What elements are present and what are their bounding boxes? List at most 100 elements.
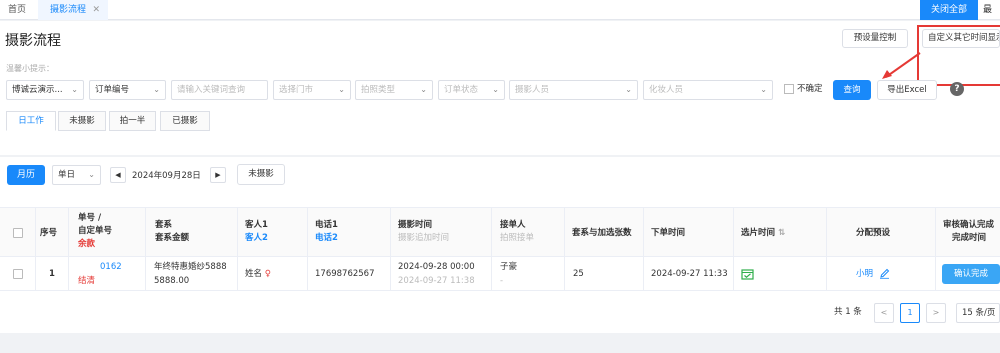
next-day-button[interactable]: ▶ (210, 167, 226, 183)
calendar-check-icon[interactable] (741, 268, 754, 280)
current-date: 2024年09月28日 (132, 171, 201, 181)
row-order-time: 2024-09-27 11:33 (651, 269, 728, 279)
header-seq: 序号 (40, 228, 58, 238)
edit-icon[interactable] (879, 268, 890, 279)
row-amount: 5888.00 (154, 276, 190, 286)
header-phone1: 电话1 (315, 220, 338, 230)
column-divider (491, 207, 492, 291)
chevron-down-icon: ⌄ (71, 85, 78, 94)
sort-icon[interactable]: ⇅ (778, 228, 785, 238)
header-done-time: 完成时间 (952, 233, 987, 243)
header-retake-time: 摄影追加时间 (398, 233, 450, 243)
header-order-no: 单号 / (78, 213, 102, 223)
header-shoot-time: 摄影时间 (398, 220, 433, 230)
column-divider (390, 207, 391, 291)
row-assign-link[interactable]: 小明 (856, 268, 873, 280)
row-checkbox[interactable] (13, 269, 23, 279)
highlight-box (917, 25, 1000, 86)
mode-select[interactable]: 单日 ⌄ (52, 165, 101, 185)
chevron-down-icon: ⌄ (492, 85, 499, 94)
header-order-time: 下单时间 (651, 228, 686, 238)
query-button[interactable]: 查询 (833, 80, 871, 100)
column-divider (307, 207, 308, 291)
month-calendar-button[interactable]: 月历 (7, 165, 45, 185)
header-balance: 余款 (78, 239, 96, 249)
chevron-down-icon: ⌄ (420, 85, 427, 94)
pager-next-button[interactable]: > (926, 303, 946, 323)
makeup-artist-select[interactable]: 化妆人员 ⌄ (643, 80, 773, 100)
makeup-artist-placeholder: 化妆人员 (649, 85, 684, 95)
row-order-no-link[interactable]: 0162 (100, 261, 122, 273)
header-review-done: 审核确认完成 (943, 220, 995, 230)
pager-page-1[interactable]: 1 (900, 303, 920, 323)
confirm-complete-button[interactable]: 确认完成 (942, 264, 1000, 284)
page-title: 摄影流程 (5, 33, 61, 49)
store-select-value: 博诚云演示... (12, 85, 63, 95)
header-assign: 分配预设 (856, 228, 891, 238)
column-divider (733, 207, 734, 291)
chevron-down-icon: ⌄ (760, 85, 767, 94)
column-divider (35, 207, 36, 291)
column-divider (237, 207, 238, 291)
help-icon[interactable]: ? (950, 82, 964, 96)
store-filter-select[interactable]: 选择门市 ⌄ (273, 80, 351, 100)
uncertain-label: 不确定 (797, 84, 823, 94)
select-all-checkbox[interactable] (13, 228, 23, 238)
photographer-select[interactable]: 摄影人员 ⌄ (509, 80, 638, 100)
filter-panel: 摄影流程 预设量控制 自定义其它时间显示 温馨小提示： 博诚云演示... ⌄ 订单… (0, 21, 1000, 155)
header-package: 套系 (155, 220, 173, 230)
header-guest1: 客人1 (245, 220, 268, 230)
annotation-arrow-icon (882, 52, 921, 79)
shoot-type-placeholder: 拍照类型 (361, 85, 396, 95)
shoot-type-select[interactable]: 拍照类型 ⌄ (355, 80, 433, 100)
row-package: 年终特惠婚纱5888 (154, 262, 227, 272)
close-icon[interactable]: ✕ (92, 0, 100, 20)
page-size-select[interactable]: 15 条/页 (956, 303, 1000, 323)
row-receiver: 子豪 (500, 262, 518, 272)
uncertain-checkbox[interactable] (784, 84, 794, 94)
keyword-input[interactable]: 请输入关键词查询 (171, 80, 268, 100)
row-receiver2: - (500, 276, 504, 286)
female-icon: ♀ (264, 269, 271, 279)
row-status: 结清 (78, 276, 96, 286)
prev-day-button[interactable]: ◀ (110, 167, 126, 183)
subtab-half-shot[interactable]: 拍一半 (109, 111, 156, 131)
preset-control-button[interactable]: 预设量控制 (842, 29, 908, 48)
tab-home[interactable]: 首页 (8, 0, 26, 20)
mode-select-value: 单日 (58, 170, 76, 180)
header-select-time-label: 选片时间 (741, 228, 776, 238)
tip-text: 温馨小提示： (6, 64, 54, 73)
header-shoot-handler: 拍照接单 (500, 233, 535, 243)
row-guest: 姓名 ♀ (245, 268, 271, 280)
chevron-down-icon: ⌄ (153, 85, 160, 94)
table-row[interactable]: 1 0162 结清 年终特惠婚纱5888 5888.00 姓名 ♀ 176987… (0, 258, 1000, 291)
not-shot-button[interactable]: 未摄影 (237, 164, 285, 185)
row-guest-name: 姓名 (245, 269, 263, 279)
chevron-down-icon: ⌄ (338, 85, 345, 94)
close-all-button[interactable]: 关闭全部 (920, 0, 978, 20)
column-divider (643, 207, 644, 291)
store-select[interactable]: 博诚云演示... ⌄ (6, 80, 84, 100)
pager-prev-button[interactable]: < (874, 303, 894, 323)
photographer-placeholder: 摄影人员 (515, 85, 550, 95)
order-status-select[interactable]: 订单状态 ⌄ (438, 80, 505, 100)
tab-photo-flow[interactable]: 摄影流程 ✕ (38, 0, 108, 20)
subtab-not-shot[interactable]: 未摄影 (58, 111, 106, 131)
row-seq: 1 (49, 269, 55, 279)
header-select-time: 选片时间 ⇅ (741, 227, 785, 239)
tab-bar: 首页 摄影流程 ✕ 关闭全部 最 (0, 0, 1000, 20)
store-filter-placeholder: 选择门市 (279, 85, 314, 95)
header-package-amount: 套系金额 (155, 233, 190, 243)
row-shoot-time: 2024-09-28 00:00 (398, 262, 475, 272)
subtab-daily-work[interactable]: 日工作 (6, 111, 56, 131)
header-phone2: 电话2 (315, 233, 338, 243)
header-custom-no: 自定单号 (78, 226, 113, 236)
more-button[interactable]: 最 (983, 0, 992, 20)
chevron-down-icon: ⌄ (88, 170, 95, 179)
order-field-select[interactable]: 订单编号 ⌄ (89, 80, 166, 100)
pager-total: 共 1 条 (834, 307, 862, 317)
subtab-shot[interactable]: 已摄影 (160, 111, 210, 131)
table-header: 序号 单号 / 自定单号 余款 套系 套系金额 客人1 客人2 电话1 电话2 … (0, 207, 1000, 257)
column-divider (935, 207, 936, 291)
export-excel-button[interactable]: 导出Excel (877, 80, 937, 100)
